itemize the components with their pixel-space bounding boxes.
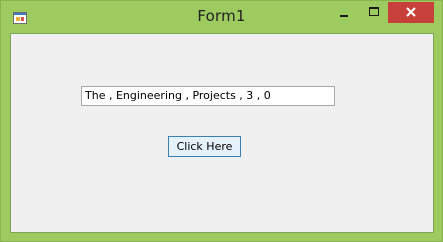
form1-window: Form1 The , Engineering , Projects , 3 ,… (0, 0, 443, 242)
text-input[interactable]: The , Engineering , Projects , 3 , 0 (81, 86, 335, 106)
minimize-button[interactable] (329, 2, 357, 23)
close-icon (406, 7, 416, 17)
click-here-button[interactable]: Click Here (168, 136, 241, 157)
close-button[interactable] (388, 2, 434, 23)
click-here-button-label: Click Here (176, 140, 233, 153)
window-title: Form1 (197, 7, 246, 25)
title-bar[interactable]: Form1 (1, 1, 442, 33)
text-input-value: The , Engineering , Projects , 3 , 0 (85, 89, 271, 102)
maximize-button[interactable] (359, 2, 387, 23)
form-client-area: The , Engineering , Projects , 3 , 0 Cli… (10, 33, 434, 233)
